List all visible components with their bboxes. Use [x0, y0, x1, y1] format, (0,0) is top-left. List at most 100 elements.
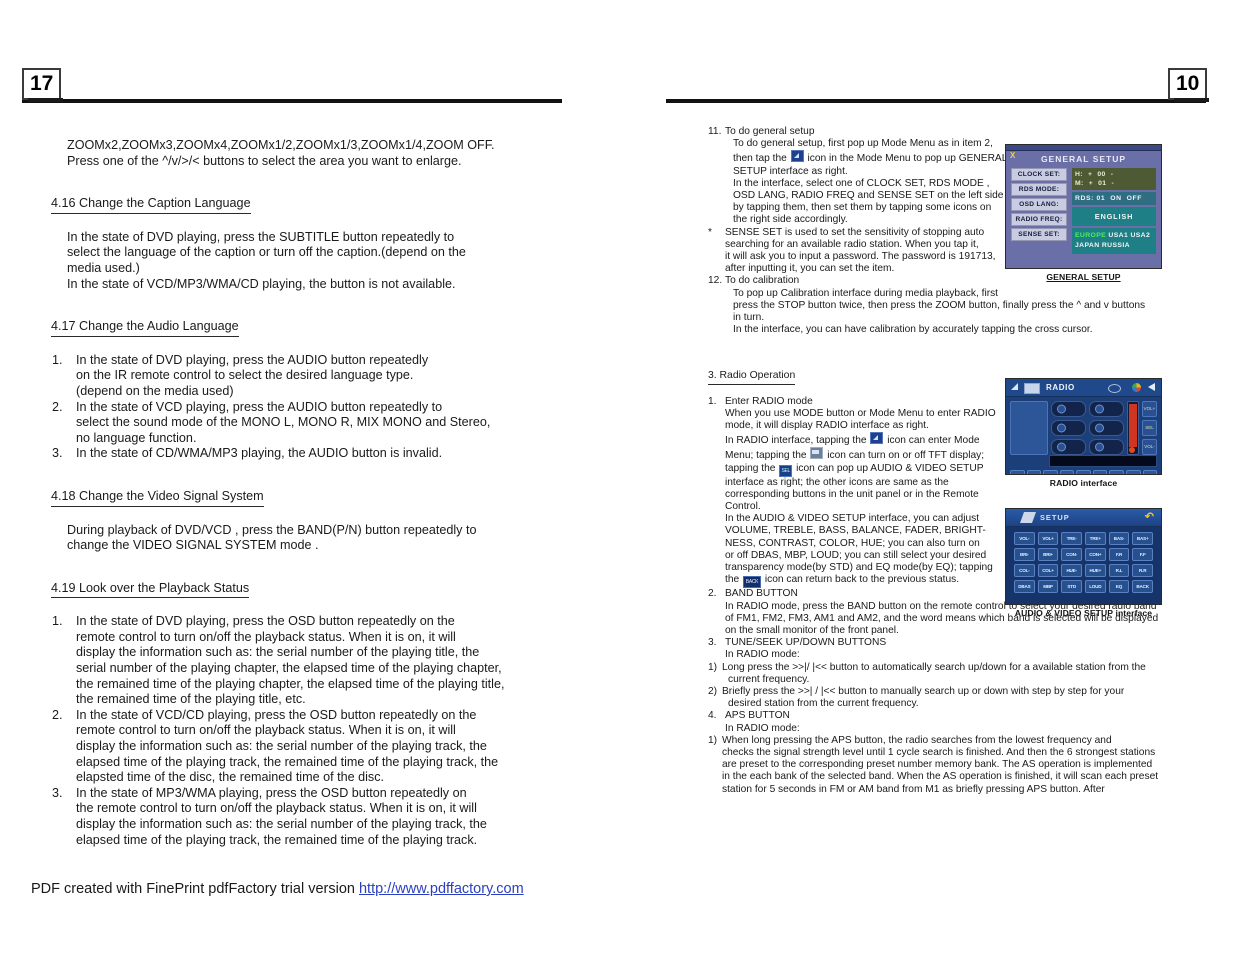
minute-minus-button[interactable]: -	[1111, 180, 1114, 187]
rds-on-button[interactable]: ON	[1110, 195, 1121, 202]
fader-rear-button[interactable]: F.R	[1108, 548, 1130, 561]
paragraph-line: During playback of DVD/VCD , press the B…	[67, 522, 477, 537]
back-button[interactable]: BACK	[1132, 580, 1153, 593]
area-option-usa2[interactable]: USA2	[1130, 232, 1150, 239]
preset-button-3[interactable]	[1051, 420, 1086, 436]
volume-up-button[interactable]: VOL+	[1037, 532, 1059, 545]
volume-down-button[interactable]: VOL-	[1014, 532, 1035, 545]
list-item-number: 3.	[52, 785, 63, 800]
paragraph-line: the remained time of the playing title, …	[76, 692, 306, 707]
preset-button-4[interactable]	[1089, 420, 1124, 436]
treble-up-button[interactable]: TRE+	[1084, 532, 1106, 545]
area-option-usa1[interactable]: USA1	[1108, 232, 1128, 239]
radio-freq-button[interactable]: RADIO FREQ:	[1011, 213, 1067, 226]
radio-item-4-title: APS BUTTON	[725, 710, 790, 722]
fader-front-button[interactable]: F.F	[1132, 548, 1153, 561]
rds-label: RDS:	[1075, 195, 1095, 202]
figure-av-setup: SETUP ↶ VOL- VOL+ TRE- TRE+ BAS- BAS+ BR…	[1005, 508, 1162, 618]
contrast-down-button[interactable]: CON-	[1061, 548, 1082, 561]
preset-dot-icon	[1057, 423, 1066, 433]
section-4-19-heading-wrap: 4.19 Look over the Playback Status	[51, 581, 572, 599]
paragraph-line: current frequency.	[728, 673, 810, 685]
seek-up-button[interactable]: >>|	[1076, 470, 1091, 474]
treble-down-button[interactable]: TRE-	[1061, 532, 1082, 545]
pdffactory-link[interactable]: http://www.pdffactory.com	[359, 881, 524, 897]
loud-button[interactable]: LOUD	[1092, 470, 1108, 474]
section-4-17-heading: 4.17 Change the Audio Language	[51, 319, 239, 337]
bass-down-button[interactable]: BAS-	[1108, 532, 1130, 545]
hue-down-button[interactable]: HUE-	[1061, 564, 1082, 577]
list-item-number: 2.	[52, 399, 63, 414]
brightness-down-button[interactable]: BRI-	[1014, 548, 1035, 561]
section-4-19: 4.19 Look over the Playback Status 1. In…	[51, 581, 572, 849]
rds-off-button[interactable]: OFF	[1127, 195, 1142, 202]
minute-plus-button[interactable]: +	[1089, 180, 1093, 187]
return-icon[interactable]: ↶	[1145, 512, 1154, 523]
display-toggle-icon[interactable]	[1108, 384, 1121, 393]
stereo-button[interactable]: ST	[1125, 470, 1141, 474]
list-item-number: 1.	[708, 395, 717, 407]
preset-dot-icon	[1095, 423, 1104, 433]
right-header-rule	[666, 99, 1206, 103]
bass-up-button[interactable]: BAS+	[1132, 532, 1153, 545]
mbp-button[interactable]: MBP	[1037, 580, 1059, 593]
volume-down-button[interactable]: VOL-	[1142, 439, 1157, 455]
band-button[interactable]: BAND	[1026, 470, 1042, 474]
preset-button-2[interactable]	[1089, 401, 1124, 417]
preset-button-6[interactable]	[1089, 439, 1124, 455]
loud-button[interactable]: LOUD	[1084, 580, 1106, 593]
aps-button[interactable]: APS	[1043, 470, 1058, 474]
sel-button[interactable]: SEL	[1142, 420, 1157, 436]
general-setup-title: GENERAL SETUP	[1040, 154, 1127, 164]
osd-language-value[interactable]: ENGLISH	[1072, 207, 1156, 226]
volume-up-button[interactable]: VOL+	[1142, 401, 1157, 417]
paragraph-line: In the state of DVD playing, press the A…	[76, 352, 429, 367]
tft-display-icon[interactable]	[1024, 383, 1040, 394]
zoom-intro: ZOOMx2,ZOOMx3,ZOOMx4,ZOOMx1/2,ZOOMx1/3,Z…	[52, 138, 572, 169]
eq-button[interactable]: EQ	[1109, 470, 1124, 474]
balance-right-button[interactable]: R.R	[1132, 564, 1153, 577]
sense-set-button[interactable]: SENSE SET:	[1011, 228, 1067, 241]
color-up-button[interactable]: COL+	[1037, 564, 1059, 577]
rds-mode-button[interactable]: RDS MODE:	[1011, 183, 1067, 196]
preset-button-5[interactable]	[1051, 439, 1086, 455]
color-down-button[interactable]: COL-	[1014, 564, 1035, 577]
clock-set-button[interactable]: CLOCK SET:	[1011, 168, 1067, 181]
eq-button[interactable]: EQ	[1108, 580, 1130, 593]
dbas-button[interactable]: DBAS	[1014, 580, 1035, 593]
close-icon[interactable]: X	[1010, 151, 1015, 160]
general-setup-caption: GENERAL SETUP	[1046, 272, 1121, 282]
mute-button[interactable]: MUTE	[1010, 470, 1025, 474]
area-option-russia[interactable]: RUSSIA	[1102, 242, 1130, 249]
list-item-number: 2.	[52, 707, 63, 722]
hour-plus-button[interactable]: +	[1088, 171, 1092, 178]
pdf-footer-text: PDF created with FinePrint pdfFactory tr…	[31, 881, 359, 897]
balance-left-button[interactable]: R.L	[1108, 564, 1130, 577]
area-option-japan[interactable]: JAPAN	[1075, 242, 1100, 249]
item-12: 12. To do calibration To pop up Calibrat…	[708, 275, 1208, 336]
color-wheel-icon[interactable]	[1132, 383, 1141, 392]
tft-button[interactable]: TFT	[1142, 470, 1158, 474]
mode-menu-icon[interactable]	[1011, 383, 1018, 390]
hue-up-button[interactable]: HUE+	[1084, 564, 1106, 577]
std-button[interactable]: STD	[1061, 580, 1082, 593]
contrast-up-button[interactable]: CON+	[1084, 548, 1106, 561]
seek-down-button[interactable]: |<<	[1059, 470, 1075, 474]
text-before-icon: then tap the	[733, 153, 790, 165]
hour-minus-button[interactable]: -	[1111, 171, 1114, 178]
section-4-17-heading-wrap: 4.17 Change the Audio Language	[51, 319, 572, 337]
hour-value: 00	[1097, 171, 1106, 178]
text-before-icon: Menu; tapping the	[725, 450, 810, 462]
paragraph-line: When long pressing the APS button, the r…	[722, 734, 1112, 746]
speaker-icon[interactable]	[1148, 383, 1155, 391]
area-option-europe[interactable]: EUROPE	[1075, 232, 1106, 239]
osd-lang-button[interactable]: OSD LANG:	[1011, 198, 1067, 211]
text-after-icon: icon can enter Mode	[884, 435, 980, 447]
signal-meter-knob[interactable]	[1129, 447, 1135, 453]
list-item-number: 2)	[708, 685, 718, 697]
left-page-number: 17	[22, 68, 64, 102]
preset-button-1[interactable]	[1051, 401, 1086, 417]
brightness-up-button[interactable]: BRI+	[1037, 548, 1059, 561]
paragraph-line: desired station from the current frequen…	[728, 698, 919, 710]
section-3-heading: 3. Radio Operation	[708, 370, 796, 385]
